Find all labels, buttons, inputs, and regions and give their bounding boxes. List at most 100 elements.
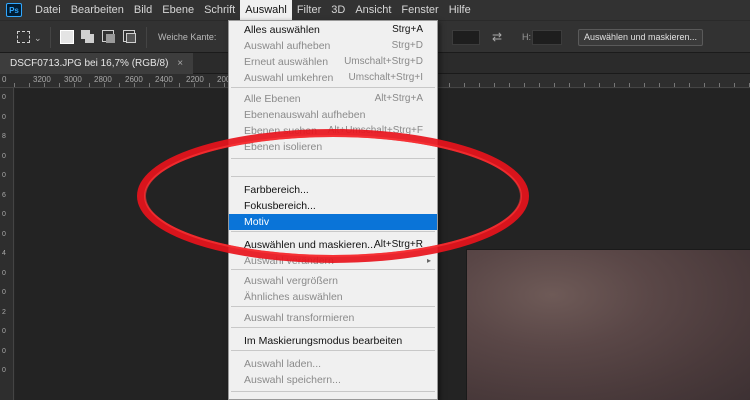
ruler-tick — [164, 83, 165, 87]
menu-bild[interactable]: Bild — [129, 0, 157, 20]
menu-item: Auswahl aufheben Strg+D — [229, 38, 437, 54]
menu-separator — [231, 158, 435, 159]
menu-separator — [231, 327, 435, 328]
menu-filter[interactable]: Filter — [292, 0, 326, 20]
menu-item-label: Auswahl laden... — [244, 358, 322, 370]
menu-item[interactable]: Motiv — [229, 214, 437, 230]
menu-separator — [231, 87, 435, 88]
menu-fenster[interactable]: Fenster — [396, 0, 443, 20]
width-field[interactable] — [452, 30, 480, 45]
menu-item[interactable]: Farbbereich... — [229, 182, 437, 198]
ruler-tick-label: 3200 — [33, 75, 51, 84]
ruler-tick — [59, 83, 60, 87]
menu-item: Auswahl umkehren Umschalt+Strg+I — [229, 70, 437, 86]
menu-separator — [231, 269, 435, 270]
ruler-tick — [29, 83, 30, 87]
menu-item-label: Ebenenauswahl aufheben — [244, 109, 366, 121]
ruler-tick — [44, 83, 45, 87]
divider — [50, 27, 51, 48]
close-icon[interactable]: × — [177, 58, 183, 69]
ruler-tick-label: 8 — [2, 133, 6, 140]
menu-item-shortcut: Alt+Umschalt+Strg+F — [327, 125, 423, 136]
menu-item: Ähnliches auswählen — [229, 289, 437, 305]
height-field[interactable] — [532, 30, 562, 45]
menu-item[interactable]: Im Maskierungsmodus bearbeiten — [229, 333, 437, 349]
ruler-tick — [659, 83, 660, 87]
ruler-tick — [224, 83, 225, 87]
menu-hilfe[interactable]: Hilfe — [444, 0, 476, 20]
menu-item-shortcut: Umschalt+Strg+I — [348, 72, 423, 83]
ruler-tick-label: 4 — [2, 250, 6, 257]
ruler-tick-label: 0 — [2, 113, 6, 121]
ruler-tick — [554, 83, 555, 87]
new-selection-icon[interactable] — [60, 30, 74, 44]
menu-item-label: Auswahl speichern... — [244, 374, 341, 386]
ruler-tick — [464, 83, 465, 87]
select-and-mask-button[interactable]: Auswählen und maskieren... — [578, 29, 703, 46]
ruler-tick — [494, 83, 495, 87]
menu-item-shortcut: Alt+Strg+R — [374, 239, 423, 250]
ruler-tick — [524, 83, 525, 87]
menu-item-label: Ähnliches auswählen — [244, 291, 343, 303]
menu-item: Auswahl vergrößern — [229, 273, 437, 289]
menu-item-label: Auswahl verändern — [244, 255, 334, 267]
menu-ebene[interactable]: Ebene — [157, 0, 199, 20]
menu-bearbeiten[interactable]: Bearbeiten — [66, 0, 129, 20]
ruler-tick-label: 2 — [2, 308, 6, 316]
ruler-tick-label: 2800 — [94, 75, 112, 84]
height-label: H: — [522, 32, 531, 42]
menu-separator — [231, 231, 435, 232]
menu-item[interactable]: Auswählen und maskieren... Alt+Strg+R — [229, 237, 437, 253]
menu-item: Ebenen isolieren — [229, 139, 437, 155]
ruler-tick-label: 0 — [2, 269, 6, 277]
menu-item-label: Farbbereich... — [244, 184, 309, 196]
menu-ansicht[interactable]: Ansicht — [350, 0, 396, 20]
ruler-tick — [509, 83, 510, 87]
ruler-tick-label: 0 — [2, 152, 6, 160]
menu-item-label: Auswahl umkehren — [244, 72, 334, 84]
ruler-tick — [644, 83, 645, 87]
menu-schrift[interactable]: Schrift — [199, 0, 240, 20]
ruler-tick-label: 0 — [2, 230, 6, 238]
ruler-tick-label: 0 — [2, 347, 6, 355]
vertical-ruler: 0 0 8 0 0 6 0 0 4 0 0 2 0 0 0 — [0, 88, 14, 400]
intersect-selection-icon[interactable] — [123, 30, 137, 44]
ruler-tick — [74, 83, 75, 87]
ruler-tick — [104, 83, 105, 87]
ruler-tick — [719, 83, 720, 87]
feather-label: Weiche Kante: — [158, 32, 217, 42]
subtract-from-selection-icon[interactable] — [102, 30, 116, 44]
ruler-tick-label: 0 — [2, 94, 6, 101]
ruler-tick-label: 0 — [2, 172, 6, 179]
menu-3d[interactable]: 3D — [326, 0, 350, 20]
menu-item-label: Auswahl aufheben — [244, 40, 331, 52]
ruler-tick — [704, 83, 705, 87]
ruler-tick — [584, 83, 585, 87]
ruler-tick — [14, 83, 15, 87]
menu-item: Ebenenauswahl aufheben — [229, 107, 437, 123]
rectangular-marquee-icon[interactable] — [17, 31, 30, 43]
ruler-tick-label: 6 — [2, 191, 6, 199]
ruler-tick — [134, 83, 135, 87]
swap-dimensions-icon[interactable]: ⇄ — [492, 30, 502, 44]
ruler-tick-label: 0 — [2, 211, 6, 218]
auswahl-dropdown-menu: Alles auswählen Strg+A Auswahl aufheben Str… — [228, 20, 438, 400]
add-to-selection-icon[interactable] — [81, 30, 95, 44]
menu-item[interactable]: Fokusbereich... — [229, 198, 437, 214]
document-tab[interactable]: DSCF0713.JPG bei 16,7% (RGB/8) × — [0, 53, 194, 74]
menu-item: Auswahl transformieren — [229, 310, 437, 326]
menu-item: Auswahl laden... — [229, 356, 437, 372]
photoshop-window: Ps Datei Bearbeiten Bild Ebene Schrift A… — [0, 0, 750, 400]
ruler-tick-label: 0 — [2, 289, 6, 296]
tool-preset-chevron-down-icon[interactable]: ⌄ — [34, 33, 42, 44]
submenu-arrow-icon: ▸ — [426, 256, 431, 265]
menu-item-label: Ebenen isolieren — [244, 141, 323, 153]
menu-auswahl[interactable]: Auswahl — [240, 0, 292, 20]
ruler-tick — [629, 83, 630, 87]
menu-item[interactable]: Alles auswählen Strg+A — [229, 22, 437, 38]
menu-item: Erneut auswählen Umschalt+Strg+D — [229, 54, 437, 70]
ruler-tick-label: 0 — [2, 75, 7, 84]
menu-bar: Ps Datei Bearbeiten Bild Ebene Schrift A… — [0, 0, 750, 20]
menu-datei[interactable]: Datei — [30, 0, 66, 20]
menu-item-label: Auswahl transformieren — [244, 312, 355, 324]
